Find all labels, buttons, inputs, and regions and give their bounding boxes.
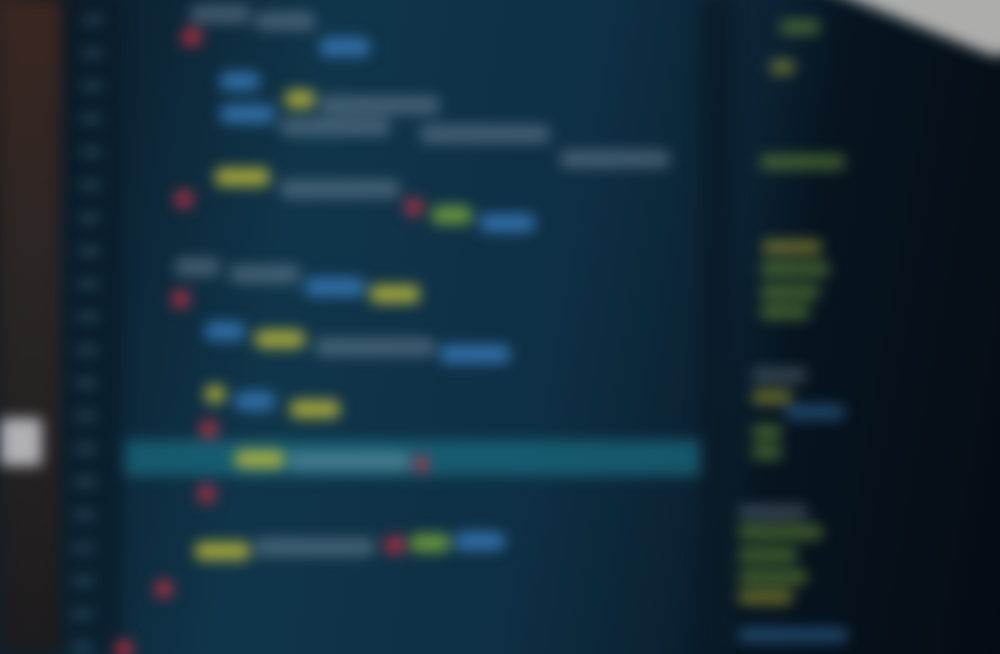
side-panel-token <box>770 60 795 74</box>
code-token <box>440 345 510 363</box>
code-token <box>415 455 429 473</box>
code-token <box>255 12 315 30</box>
side-panel-token <box>752 425 782 439</box>
line-number <box>71 577 94 585</box>
code-token <box>385 536 405 554</box>
line-number <box>77 247 100 255</box>
line-number <box>74 412 97 420</box>
code-token <box>560 150 670 168</box>
code-token <box>370 285 420 303</box>
side-panel-token <box>760 155 845 169</box>
code-token <box>320 96 440 114</box>
line-number <box>72 544 95 552</box>
code-token <box>175 190 193 208</box>
side-panel-token <box>752 390 792 404</box>
code-token <box>480 214 535 232</box>
code-token <box>155 580 173 598</box>
line-number <box>82 16 104 24</box>
code-token <box>235 450 285 468</box>
side-panel-token <box>752 368 807 382</box>
line-number <box>79 181 101 189</box>
monitor-bezel-left <box>0 0 62 654</box>
line-number <box>70 643 93 651</box>
code-token <box>255 330 305 348</box>
code-token <box>205 385 225 403</box>
code-token <box>190 5 250 23</box>
line-number <box>73 478 96 486</box>
code-token <box>410 534 450 552</box>
side-panel-token <box>752 445 782 459</box>
side-panel-token <box>738 570 808 584</box>
code-token <box>290 452 410 470</box>
code-token <box>280 118 390 136</box>
code-token <box>235 392 275 410</box>
code-token <box>320 38 370 56</box>
code-token <box>255 538 375 556</box>
code-token <box>420 125 550 143</box>
code-token <box>172 290 190 308</box>
line-number <box>78 214 101 222</box>
side-panel-token <box>738 628 848 642</box>
current-line-highlight <box>125 440 700 476</box>
code-token <box>432 206 472 224</box>
code-token <box>198 485 216 503</box>
code-token <box>175 258 220 276</box>
editor-pane-divider <box>700 0 734 654</box>
background-light-spot <box>0 418 42 466</box>
line-number <box>76 313 99 321</box>
side-panel-token <box>760 262 830 276</box>
blur-layer <box>0 0 1000 654</box>
code-token <box>195 542 250 560</box>
side-panel-token <box>738 548 798 562</box>
code-token <box>455 532 505 550</box>
line-number <box>73 511 95 519</box>
code-token <box>280 180 400 198</box>
line-number <box>77 280 100 288</box>
line-number <box>76 346 98 354</box>
side-panel-token <box>762 240 822 254</box>
side-panel-token <box>738 525 823 539</box>
code-token <box>315 338 435 356</box>
code-token <box>305 278 365 296</box>
line-number <box>71 610 94 618</box>
side-panel-token <box>780 20 820 34</box>
code-token <box>230 265 300 283</box>
code-token <box>220 72 260 90</box>
side-panel-token <box>760 285 820 299</box>
line-number <box>80 115 103 123</box>
side-panel-token <box>785 405 845 419</box>
line-number <box>81 49 104 57</box>
code-token <box>220 105 275 123</box>
code-token <box>215 168 270 186</box>
line-number <box>75 379 98 387</box>
line-number <box>80 82 103 90</box>
side-panel-token <box>738 505 808 519</box>
line-number <box>74 445 97 453</box>
code-token <box>200 420 218 438</box>
code-token <box>205 322 245 340</box>
code-token <box>182 28 202 46</box>
code-token <box>115 640 133 654</box>
code-token <box>285 90 315 108</box>
code-token <box>290 400 340 418</box>
line-number-gutter <box>62 0 122 654</box>
blurred-code-editor-photo <box>0 0 1000 654</box>
code-token <box>405 198 423 216</box>
side-panel-token <box>738 590 793 604</box>
line-number <box>79 148 102 156</box>
side-panel-token <box>760 305 810 319</box>
